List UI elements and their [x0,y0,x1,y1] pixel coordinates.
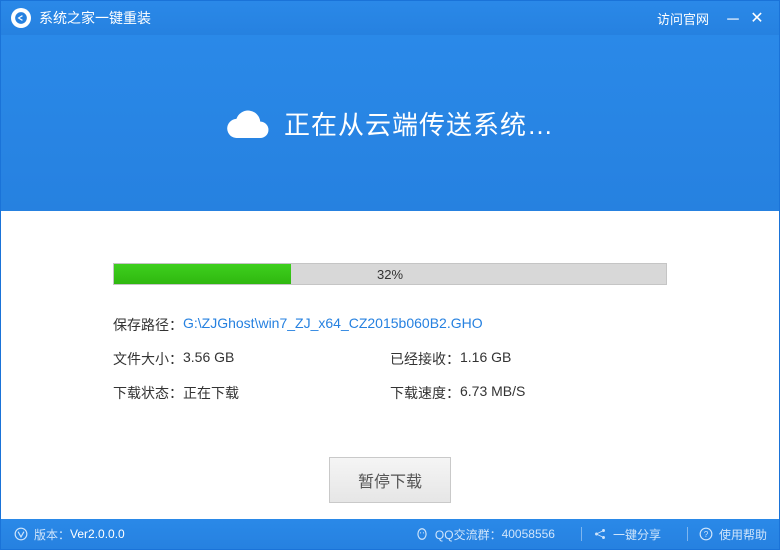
hero-headline: 正在从云端传送系统… [284,105,554,142]
svg-text:?: ? [704,530,709,539]
app-logo-icon [11,8,31,28]
received-row: 已经接收： 1.16 GB [390,349,667,369]
footer-bar: 版本： Ver2.0.0.0 QQ交流群： 40058556 一键分享 ? 使用… [1,519,779,549]
download-status-value: 正在下载 [183,383,239,403]
speed-label: 下载速度： [390,383,460,403]
save-path-label: 保存路径： [113,315,183,335]
footer-separator [581,527,582,541]
footer-separator [687,527,688,541]
received-value: 1.16 GB [460,349,511,369]
version-item[interactable]: 版本： Ver2.0.0.0 [13,526,125,543]
file-size-value: 3.56 GB [183,349,234,369]
qq-group-label: QQ交流群： [435,526,502,543]
help-icon: ? [698,526,714,542]
qq-icon [414,526,430,542]
speed-row: 下载速度： 6.73 MB/S [390,383,667,403]
qq-group-item[interactable]: QQ交流群： 40058556 [414,526,555,543]
save-path-value: G:\ZJGhost\win7_ZJ_x64_CZ2015b060B2.GHO [183,315,483,335]
version-value: Ver2.0.0.0 [70,527,125,541]
pause-download-button[interactable]: 暂停下载 [329,457,451,503]
titlebar: 系统之家一键重装 访问官网 － ✕ [1,1,779,35]
qq-group-value: 40058556 [502,527,555,541]
file-size-row: 文件大小： 3.56 GB [113,349,390,369]
save-path-row: 保存路径： G:\ZJGhost\win7_ZJ_x64_CZ2015b060B… [113,315,667,335]
version-icon [13,526,29,542]
version-label: 版本： [34,526,70,543]
hero-banner: 正在从云端传送系统… [1,35,779,211]
close-button[interactable]: ✕ [745,8,769,28]
speed-value: 6.73 MB/S [460,383,525,403]
help-label: 使用帮助 [719,526,767,543]
visit-site-link[interactable]: 访问官网 [657,9,709,28]
share-item[interactable]: 一键分享 [592,526,661,543]
share-icon [592,526,608,542]
file-size-label: 文件大小： [113,349,183,369]
cloud-icon [226,108,270,138]
minimize-button[interactable]: － [721,6,745,30]
progress-bar: 32% [113,263,667,285]
app-title: 系统之家一键重装 [39,8,151,28]
help-item[interactable]: ? 使用帮助 [698,526,767,543]
download-status-row: 下载状态： 正在下载 [113,383,390,403]
progress-percent-label: 32% [114,264,666,284]
content-area: 32% 保存路径： G:\ZJGhost\win7_ZJ_x64_CZ2015b… [1,211,779,503]
share-label: 一键分享 [613,526,661,543]
download-status-label: 下载状态： [113,383,183,403]
received-label: 已经接收： [390,349,460,369]
